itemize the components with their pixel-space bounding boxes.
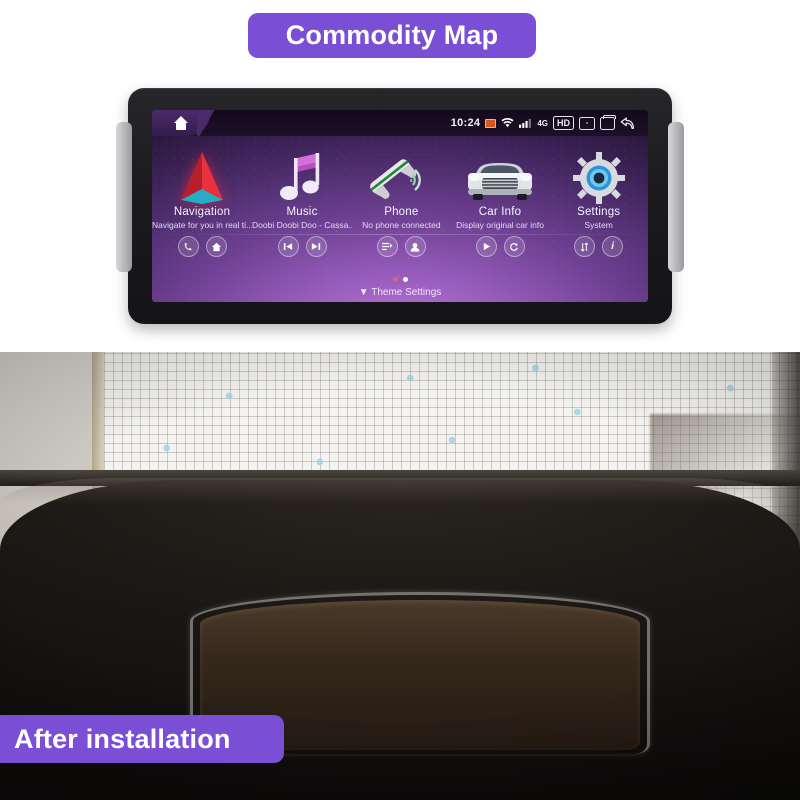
theme-settings-label[interactable]: ▼ Theme Settings bbox=[152, 287, 648, 298]
sim-card-icon bbox=[485, 118, 497, 128]
settings-info-button[interactable]: i bbox=[602, 236, 624, 257]
car-info-play-button[interactable] bbox=[475, 236, 497, 257]
app-subtitle: Navigate for you in real ti... bbox=[152, 220, 252, 230]
music-note-icon bbox=[279, 142, 325, 204]
status-bar-right: 10:24 4G HD ▫ bbox=[450, 114, 648, 130]
device-bracket-right bbox=[668, 122, 684, 272]
dashboard-top-edge bbox=[0, 478, 800, 504]
app-title: Music bbox=[286, 206, 318, 218]
app-controls bbox=[277, 236, 327, 257]
app-subtitle: Display original car info bbox=[456, 220, 544, 230]
after-installation-photo: 10:24 4G HD ▫ bbox=[0, 352, 800, 800]
home-button[interactable] bbox=[152, 110, 223, 136]
app-title: Car Info bbox=[478, 206, 522, 218]
back-arrow-icon[interactable] bbox=[620, 117, 636, 130]
app-subtitle: No phone connected bbox=[362, 220, 441, 230]
phone-handset-icon bbox=[370, 142, 432, 204]
head-unit-device: 10:24 4G HD ▫ Navigation Navigate for yo… bbox=[116, 88, 684, 330]
settings-sliders-button[interactable] bbox=[574, 236, 596, 257]
shelf-reflection-line bbox=[152, 234, 648, 235]
navigation-home-route-button[interactable] bbox=[205, 236, 227, 257]
music-previous-button[interactable] bbox=[277, 236, 299, 257]
status-clock: 10:24 bbox=[450, 117, 481, 129]
car-info-refresh-button[interactable] bbox=[503, 236, 525, 257]
passenger-side-shadow bbox=[670, 782, 800, 800]
wifi-icon bbox=[501, 118, 514, 128]
app-controls bbox=[475, 236, 525, 257]
navigation-voice-button[interactable] bbox=[177, 236, 199, 257]
multi-window-icon[interactable] bbox=[600, 114, 616, 130]
gear-icon bbox=[572, 142, 625, 204]
network-type-label: 4G bbox=[537, 118, 548, 128]
navigation-arrow-icon bbox=[179, 142, 225, 204]
commodity-map-badge: Commodity Map bbox=[248, 13, 536, 58]
music-next-button[interactable] bbox=[305, 236, 327, 257]
page-indicator bbox=[152, 277, 648, 282]
page-root: Commodity Map 10:24 4G HD ▫ Navigation N… bbox=[0, 0, 800, 800]
app-title: Settings bbox=[577, 206, 621, 218]
app-controls bbox=[177, 236, 227, 257]
phone-call-log-button[interactable] bbox=[376, 236, 398, 257]
car-front-icon bbox=[464, 142, 536, 204]
home-icon bbox=[173, 116, 189, 130]
page-dot bbox=[402, 277, 408, 282]
status-bar: 10:24 4G HD ▫ bbox=[152, 110, 648, 136]
screen-mirror-icon[interactable]: ▫ bbox=[579, 116, 595, 130]
app-title: Phone bbox=[384, 206, 419, 218]
hd-badge: HD bbox=[553, 116, 574, 130]
device-bracket-left bbox=[116, 122, 132, 272]
app-subtitle: System bbox=[584, 220, 613, 230]
app-subtitle: Doobi Doobi Doo - Cassa... bbox=[252, 220, 352, 230]
page-dot-active bbox=[392, 277, 398, 282]
phone-contacts-button[interactable] bbox=[404, 236, 426, 257]
app-controls bbox=[376, 236, 426, 257]
signal-bars-icon bbox=[519, 118, 532, 128]
app-title: Navigation bbox=[173, 206, 231, 218]
app-controls: i bbox=[574, 236, 624, 257]
head-unit-screen[interactable]: 10:24 4G HD ▫ Navigation Navigate for yo… bbox=[152, 110, 648, 302]
after-installation-badge: After installation bbox=[0, 715, 284, 763]
commodity-map-section: Commodity Map 10:24 4G HD ▫ Navigation N… bbox=[0, 0, 800, 352]
